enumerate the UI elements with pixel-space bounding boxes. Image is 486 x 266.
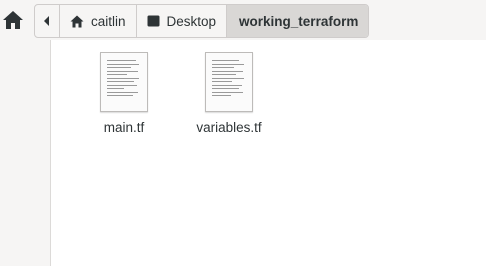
file-name: variables.tf (196, 120, 262, 135)
breadcrumb-item-caitlin[interactable]: caitlin (60, 5, 137, 37)
home-button[interactable] (0, 5, 26, 35)
breadcrumb-back-button[interactable] (35, 5, 60, 37)
breadcrumb-label: working_terraform (239, 13, 359, 29)
breadcrumb-label: Desktop (166, 13, 217, 29)
breadcrumb: caitlin Desktop working_terraform (34, 4, 370, 38)
breadcrumb-label: caitlin (91, 13, 126, 29)
breadcrumb-item-desktop[interactable]: Desktop (137, 5, 228, 37)
text-document-icon (100, 52, 148, 112)
home-icon (3, 11, 23, 29)
sidebar (0, 40, 51, 266)
text-document-icon (205, 52, 253, 112)
file-name: main.tf (103, 120, 145, 135)
header-bar: caitlin Desktop working_terraform (0, 0, 486, 40)
file-manager-window: caitlin Desktop working_terraform main.t… (0, 0, 486, 266)
desktop-icon (147, 15, 160, 27)
chevron-left-icon (44, 16, 49, 26)
file-item-variables-tf[interactable]: variables.tf (181, 52, 277, 135)
file-item-main-tf[interactable]: main.tf (76, 52, 172, 135)
home-icon (70, 15, 84, 28)
breadcrumb-item-working-terraform[interactable]: working_terraform (227, 5, 369, 37)
